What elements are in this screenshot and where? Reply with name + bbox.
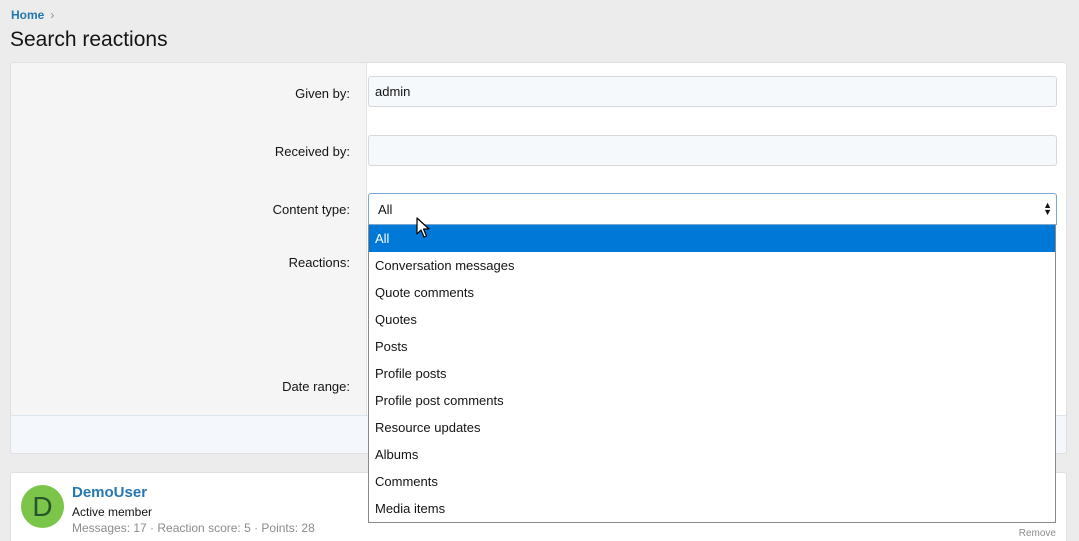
dropdown-option[interactable]: Albums xyxy=(369,441,1055,468)
dropdown-option[interactable]: Resource updates xyxy=(369,414,1055,441)
given-by-label: Given by: xyxy=(295,86,350,101)
content-type-select[interactable]: All ▲ ▼ xyxy=(368,193,1057,225)
received-by-input[interactable] xyxy=(368,135,1057,166)
received-by-label: Received by: xyxy=(274,144,350,159)
user-title: Active member xyxy=(72,505,153,519)
remove-link[interactable]: Remove xyxy=(1019,528,1056,539)
given-by-input[interactable]: admin xyxy=(368,76,1057,107)
dropdown-option[interactable]: Conversation messages xyxy=(369,252,1055,279)
avatar[interactable]: D xyxy=(21,485,64,528)
breadcrumb: Home › xyxy=(11,8,54,22)
dropdown-option[interactable]: Media items xyxy=(369,495,1055,522)
dropdown-option[interactable]: Comments xyxy=(369,468,1055,495)
select-arrows-icon: ▲ ▼ xyxy=(1043,200,1052,217)
dropdown-option[interactable]: All xyxy=(369,225,1055,252)
chevron-right-icon: › xyxy=(50,8,55,22)
dropdown-option[interactable]: Profile post comments xyxy=(369,387,1055,414)
dropdown-option[interactable]: Posts xyxy=(369,333,1055,360)
content-type-label: Content type: xyxy=(272,202,350,217)
content-type-dropdown: All Conversation messages Quote comments… xyxy=(368,225,1056,523)
form-label-column xyxy=(11,63,367,415)
content-type-selected-value: All xyxy=(378,202,393,217)
user-stats: Messages: 17 · Reaction score: 5 · Point… xyxy=(72,521,315,535)
page-title: Search reactions xyxy=(10,28,168,51)
mouse-cursor-icon xyxy=(416,217,430,238)
user-name-link[interactable]: DemoUser xyxy=(72,484,147,501)
dropdown-option[interactable]: Quotes xyxy=(369,306,1055,333)
dropdown-option[interactable]: Quote comments xyxy=(369,279,1055,306)
date-range-label: Date range: xyxy=(282,379,350,394)
reactions-label: Reactions: xyxy=(288,255,350,270)
breadcrumb-home-link[interactable]: Home xyxy=(11,8,44,22)
dropdown-option[interactable]: Profile posts xyxy=(369,360,1055,387)
